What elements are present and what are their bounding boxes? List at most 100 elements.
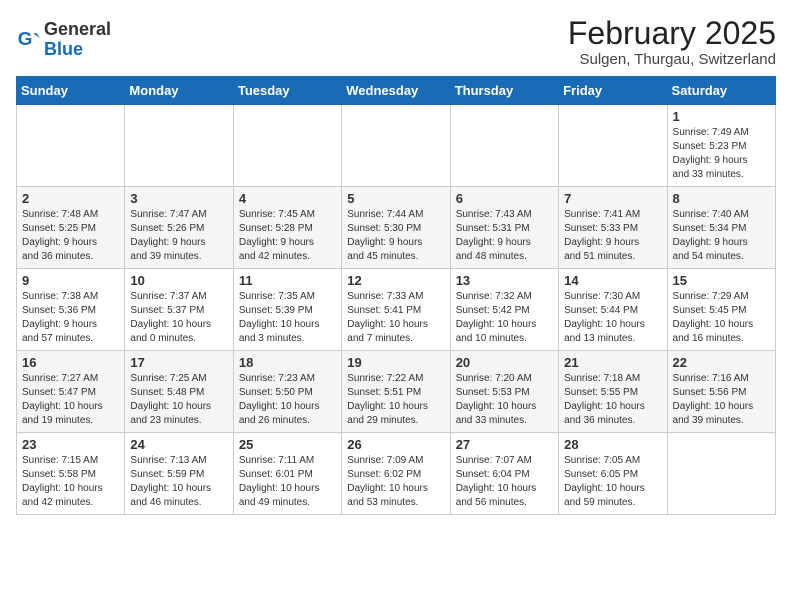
day-info: Sunrise: 7:33 AM Sunset: 5:41 PM Dayligh…	[347, 290, 444, 346]
day-number: 27	[456, 437, 553, 452]
day-info: Sunrise: 7:32 AM Sunset: 5:42 PM Dayligh…	[456, 290, 553, 346]
weekday-header-row: SundayMondayTuesdayWednesdayThursdayFrid…	[17, 77, 776, 105]
title-block: February 2025 Sulgen, Thurgau, Switzerla…	[568, 16, 776, 68]
day-info: Sunrise: 7:41 AM Sunset: 5:33 PM Dayligh…	[564, 208, 661, 264]
day-info: Sunrise: 7:45 AM Sunset: 5:28 PM Dayligh…	[239, 208, 336, 264]
calendar-cell: 15Sunrise: 7:29 AM Sunset: 5:45 PM Dayli…	[667, 269, 775, 351]
day-number: 2	[22, 191, 119, 206]
day-info: Sunrise: 7:48 AM Sunset: 5:25 PM Dayligh…	[22, 208, 119, 264]
day-info: Sunrise: 7:20 AM Sunset: 5:53 PM Dayligh…	[456, 372, 553, 428]
month-title: February 2025	[568, 16, 776, 51]
day-info: Sunrise: 7:44 AM Sunset: 5:30 PM Dayligh…	[347, 208, 444, 264]
calendar-cell: 18 Sunrise: 7:23 AM Sunset: 5:50 PM Dayli…	[233, 351, 341, 433]
calendar-cell: 9 Sunrise: 7:38 AM Sunset: 5:36 PM Daylig…	[17, 269, 125, 351]
calendar-cell	[559, 105, 667, 187]
calendar-cell: 7 Sunrise: 7:41 AM Sunset: 5:33 PM Daylig…	[559, 187, 667, 269]
calendar-cell	[233, 105, 341, 187]
calendar-cell: 23Sunrise: 7:15 AM Sunset: 5:58 PM Dayli…	[17, 433, 125, 515]
calendar-cell: 13 Sunrise: 7:32 AM Sunset: 5:42 PM Dayli…	[450, 269, 558, 351]
day-number: 24	[130, 437, 227, 452]
day-info: Sunrise: 7:38 AM Sunset: 5:36 PM Dayligh…	[22, 290, 119, 346]
calendar-week-row: 1 Sunrise: 7:49 AM Sunset: 5:23 PM Daylig…	[17, 105, 776, 187]
day-info: Sunrise: 7:35 AM Sunset: 5:39 PM Dayligh…	[239, 290, 336, 346]
day-number: 19	[347, 355, 444, 370]
day-number: 7	[564, 191, 661, 206]
calendar-cell: 4 Sunrise: 7:45 AM Sunset: 5:28 PM Daylig…	[233, 187, 341, 269]
calendar-cell: 11Sunrise: 7:35 AM Sunset: 5:39 PM Dayli…	[233, 269, 341, 351]
calendar-cell: 20 Sunrise: 7:20 AM Sunset: 5:53 PM Dayli…	[450, 351, 558, 433]
day-number: 25	[239, 437, 336, 452]
calendar-cell	[342, 105, 450, 187]
calendar-week-row: 2 Sunrise: 7:48 AM Sunset: 5:25 PM Daylig…	[17, 187, 776, 269]
calendar-cell	[450, 105, 558, 187]
calendar-cell: 16 Sunrise: 7:27 AM Sunset: 5:47 PM Dayli…	[17, 351, 125, 433]
page-header: G General Blue February 2025 Sulgen, Thu…	[16, 16, 776, 68]
calendar-cell: 8 Sunrise: 7:40 AM Sunset: 5:34 PM Daylig…	[667, 187, 775, 269]
calendar-week-row: 16 Sunrise: 7:27 AM Sunset: 5:47 PM Dayli…	[17, 351, 776, 433]
day-info: Sunrise: 7:27 AM Sunset: 5:47 PM Dayligh…	[22, 372, 119, 428]
day-info: Sunrise: 7:43 AM Sunset: 5:31 PM Dayligh…	[456, 208, 553, 264]
calendar-cell: 25 Sunrise: 7:11 AM Sunset: 6:01 PM Dayli…	[233, 433, 341, 515]
day-info: Sunrise: 7:49 AM Sunset: 5:23 PM Dayligh…	[673, 126, 770, 182]
logo-general-text: General	[44, 19, 111, 39]
day-number: 14	[564, 273, 661, 288]
calendar-cell: 22 Sunrise: 7:16 AM Sunset: 5:56 PM Dayli…	[667, 351, 775, 433]
calendar-week-row: 9 Sunrise: 7:38 AM Sunset: 5:36 PM Daylig…	[17, 269, 776, 351]
day-number: 8	[673, 191, 770, 206]
day-number: 9	[22, 273, 119, 288]
calendar-cell: 28Sunrise: 7:05 AM Sunset: 6:05 PM Dayli…	[559, 433, 667, 515]
weekday-header-thursday: Thursday	[450, 77, 558, 105]
calendar-cell: 10Sunrise: 7:37 AM Sunset: 5:37 PM Dayli…	[125, 269, 233, 351]
day-number: 4	[239, 191, 336, 206]
day-number: 22	[673, 355, 770, 370]
calendar-cell: 1 Sunrise: 7:49 AM Sunset: 5:23 PM Daylig…	[667, 105, 775, 187]
day-number: 23	[22, 437, 119, 452]
day-number: 5	[347, 191, 444, 206]
day-info: Sunrise: 7:11 AM Sunset: 6:01 PM Dayligh…	[239, 454, 336, 510]
calendar-cell: 19 Sunrise: 7:22 AM Sunset: 5:51 PM Dayli…	[342, 351, 450, 433]
calendar-cell: 26Sunrise: 7:09 AM Sunset: 6:02 PM Dayli…	[342, 433, 450, 515]
day-info: Sunrise: 7:23 AM Sunset: 5:50 PM Dayligh…	[239, 372, 336, 428]
calendar-cell: 27Sunrise: 7:07 AM Sunset: 6:04 PM Dayli…	[450, 433, 558, 515]
day-info: Sunrise: 7:30 AM Sunset: 5:44 PM Dayligh…	[564, 290, 661, 346]
day-number: 16	[22, 355, 119, 370]
day-number: 1	[673, 109, 770, 124]
weekday-header-sunday: Sunday	[17, 77, 125, 105]
calendar-cell	[17, 105, 125, 187]
calendar-cell: 21 Sunrise: 7:18 AM Sunset: 5:55 PM Dayli…	[559, 351, 667, 433]
calendar-cell: 5 Sunrise: 7:44 AM Sunset: 5:30 PM Daylig…	[342, 187, 450, 269]
location-subtitle: Sulgen, Thurgau, Switzerland	[568, 51, 776, 68]
day-info: Sunrise: 7:22 AM Sunset: 5:51 PM Dayligh…	[347, 372, 444, 428]
calendar-cell: 17 Sunrise: 7:25 AM Sunset: 5:48 PM Dayli…	[125, 351, 233, 433]
logo-blue-text: Blue	[44, 39, 83, 59]
day-number: 18	[239, 355, 336, 370]
day-number: 17	[130, 355, 227, 370]
weekday-header-tuesday: Tuesday	[233, 77, 341, 105]
calendar-cell: 14 Sunrise: 7:30 AM Sunset: 5:44 PM Dayli…	[559, 269, 667, 351]
calendar-table: SundayMondayTuesdayWednesdayThursdayFrid…	[16, 76, 776, 515]
calendar-cell: 24Sunrise: 7:13 AM Sunset: 5:59 PM Dayli…	[125, 433, 233, 515]
day-info: Sunrise: 7:47 AM Sunset: 5:26 PM Dayligh…	[130, 208, 227, 264]
calendar-cell: 2 Sunrise: 7:48 AM Sunset: 5:25 PM Daylig…	[17, 187, 125, 269]
weekday-header-friday: Friday	[559, 77, 667, 105]
day-number: 12	[347, 273, 444, 288]
logo: G General Blue	[16, 20, 111, 60]
day-info: Sunrise: 7:40 AM Sunset: 5:34 PM Dayligh…	[673, 208, 770, 264]
day-info: Sunrise: 7:25 AM Sunset: 5:48 PM Dayligh…	[130, 372, 227, 428]
day-number: 6	[456, 191, 553, 206]
calendar-cell: 12 Sunrise: 7:33 AM Sunset: 5:41 PM Dayli…	[342, 269, 450, 351]
logo-icon: G	[16, 28, 40, 52]
svg-text:G: G	[18, 28, 33, 49]
day-number: 13	[456, 273, 553, 288]
day-number: 3	[130, 191, 227, 206]
day-info: Sunrise: 7:16 AM Sunset: 5:56 PM Dayligh…	[673, 372, 770, 428]
calendar-week-row: 23Sunrise: 7:15 AM Sunset: 5:58 PM Dayli…	[17, 433, 776, 515]
day-number: 21	[564, 355, 661, 370]
day-number: 20	[456, 355, 553, 370]
calendar-cell	[125, 105, 233, 187]
weekday-header-monday: Monday	[125, 77, 233, 105]
day-number: 10	[130, 273, 227, 288]
day-info: Sunrise: 7:18 AM Sunset: 5:55 PM Dayligh…	[564, 372, 661, 428]
calendar-cell	[667, 433, 775, 515]
day-number: 15	[673, 273, 770, 288]
